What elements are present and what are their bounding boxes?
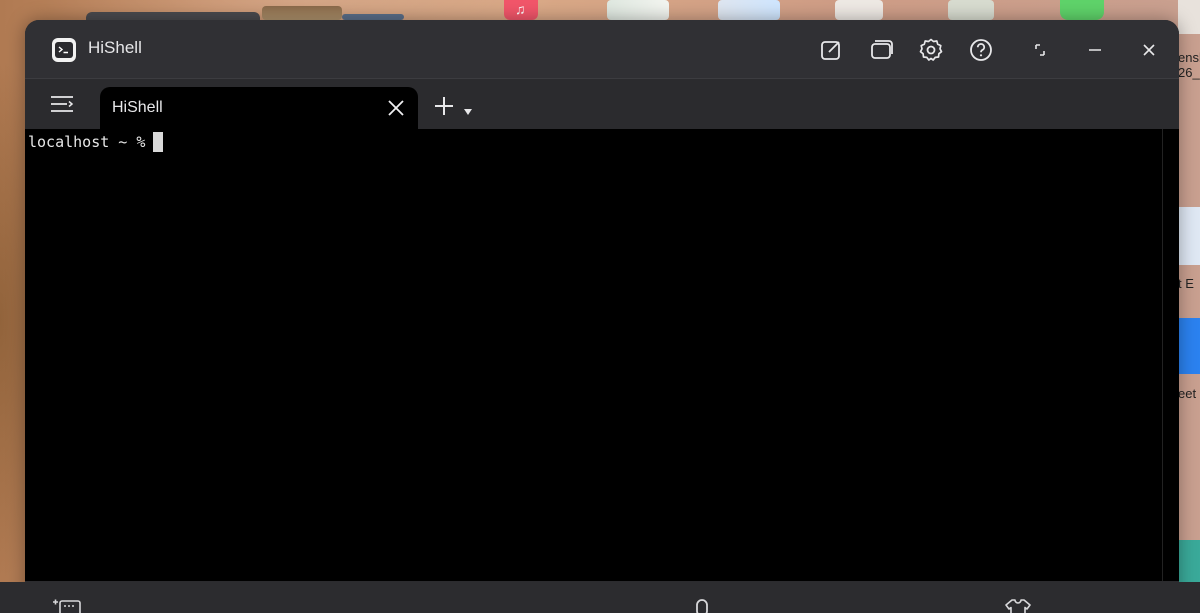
edit-square-icon[interactable] (817, 36, 845, 64)
desktop-file-thumbnail[interactable] (1178, 318, 1200, 374)
desktop-window-thumbnail[interactable] (86, 12, 260, 20)
minimize-icon[interactable] (1081, 36, 1109, 64)
title-bar[interactable]: HiShell (25, 20, 1179, 78)
text-cursor (153, 132, 164, 152)
help-circle-icon[interactable] (967, 36, 995, 64)
tab-bar: HiShell (25, 79, 1179, 129)
keyboard-list-icon[interactable] (50, 598, 82, 613)
shirt-icon[interactable] (1002, 598, 1034, 613)
prompt-text: localhost ~ % (28, 133, 146, 151)
gear-icon[interactable] (917, 36, 945, 64)
restore-icon[interactable] (1026, 36, 1054, 64)
bottom-toolbar (0, 582, 1200, 613)
tab-label: HiShell (112, 99, 163, 116)
terminal-prompt: localhost ~ % (28, 132, 164, 152)
hishell-window: HiShell HiShell localhost ~ % (25, 20, 1179, 613)
desktop-file-thumbnail[interactable] (1178, 0, 1200, 34)
desktop-file-label: ensh 26_ (1178, 50, 1200, 80)
scrollbar[interactable] (1162, 129, 1163, 581)
desktop-file-label: t E (1178, 276, 1194, 291)
sidebar-menu-icon[interactable] (49, 93, 75, 115)
window-title: HiShell (88, 38, 142, 57)
close-icon[interactable] (1135, 36, 1163, 64)
desktop-window-thumbnail[interactable] (262, 6, 342, 20)
chevron-down-icon[interactable] (463, 103, 473, 115)
close-tab-icon[interactable] (386, 98, 406, 118)
tab-hishell[interactable]: HiShell (100, 87, 418, 129)
terminal-output[interactable]: localhost ~ % (25, 129, 1179, 581)
desktop-file-thumbnail[interactable] (718, 0, 780, 20)
terminal-app-icon (51, 37, 77, 63)
microphone-icon[interactable] (686, 598, 718, 613)
new-tab-plus-icon[interactable] (433, 95, 455, 117)
desktop-file-thumbnail[interactable] (948, 0, 994, 20)
window-stack-icon[interactable] (867, 36, 895, 64)
music-app-icon[interactable]: ♫ (504, 0, 538, 20)
desktop-file-label: eet (1178, 386, 1197, 401)
desktop-file-thumbnail[interactable] (1178, 207, 1200, 265)
desktop-file-thumbnail[interactable] (835, 0, 883, 20)
desktop-file-thumbnail[interactable] (607, 0, 669, 20)
messages-app-icon[interactable] (1060, 0, 1104, 20)
